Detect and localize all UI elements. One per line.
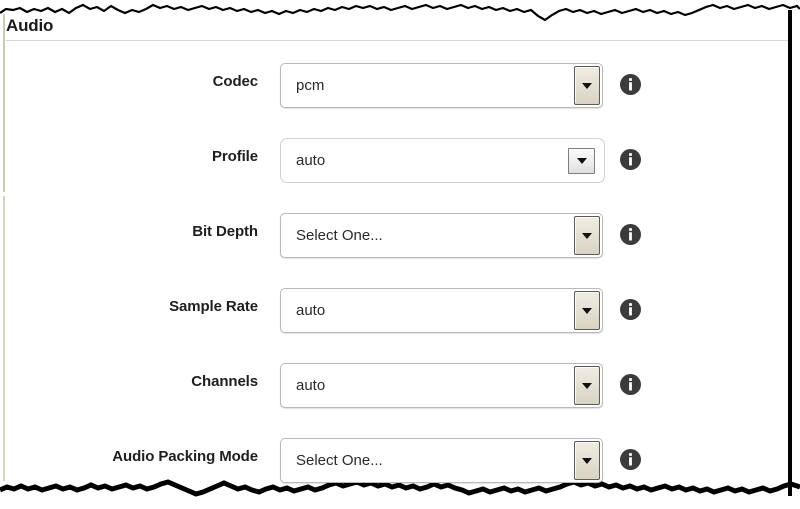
- info-icon[interactable]: [620, 149, 641, 170]
- label-audio-packing-mode: Audio Packing Mode: [112, 448, 258, 465]
- info-icon[interactable]: [620, 374, 641, 395]
- form-row-codec: Codec pcm: [0, 57, 800, 132]
- info-icon[interactable]: [620, 224, 641, 245]
- form-row-bit-depth: Bit Depth Select One...: [0, 207, 800, 282]
- form-row-audio-packing-mode: Audio Packing Mode Select One...: [0, 432, 800, 507]
- dropdown-audio-packing-mode-value: Select One...: [296, 452, 383, 469]
- header-separator: [6, 40, 788, 41]
- label-bit-depth: Bit Depth: [192, 223, 258, 240]
- dropdown-profile-value: auto: [296, 152, 326, 169]
- dropdown-bit-depth-value: Select One...: [296, 227, 383, 244]
- form-row-sample-rate: Sample Rate auto: [0, 282, 800, 357]
- chevron-down-icon[interactable]: [574, 291, 600, 330]
- dropdown-profile[interactable]: auto: [280, 138, 605, 183]
- panel-header: Audio: [6, 16, 786, 36]
- audio-settings-panel: Audio Codec pcm Profile auto Bit Depth S…: [0, 0, 800, 504]
- info-icon[interactable]: [620, 299, 641, 320]
- chevron-down-icon[interactable]: [574, 66, 600, 105]
- chevron-down-icon[interactable]: [574, 366, 600, 405]
- label-channels: Channels: [191, 373, 258, 390]
- dropdown-sample-rate[interactable]: auto: [280, 288, 603, 333]
- form-row-channels: Channels auto: [0, 357, 800, 432]
- chevron-down-icon[interactable]: [574, 441, 600, 480]
- dropdown-channels[interactable]: auto: [280, 363, 603, 408]
- dropdown-audio-packing-mode[interactable]: Select One...: [280, 438, 603, 483]
- label-sample-rate: Sample Rate: [169, 298, 258, 315]
- label-profile: Profile: [212, 148, 258, 165]
- dropdown-channels-value: auto: [296, 377, 326, 394]
- page-title: Audio: [6, 16, 54, 35]
- info-icon[interactable]: [620, 74, 641, 95]
- audio-settings-form: Codec pcm Profile auto Bit Depth Select …: [0, 57, 800, 507]
- chevron-down-icon[interactable]: [568, 148, 595, 174]
- form-row-profile: Profile auto: [0, 132, 800, 207]
- dropdown-codec[interactable]: pcm: [280, 63, 603, 108]
- chevron-down-icon[interactable]: [574, 216, 600, 255]
- label-codec: Codec: [212, 73, 258, 90]
- dropdown-codec-value: pcm: [296, 77, 325, 94]
- dropdown-sample-rate-value: auto: [296, 302, 326, 319]
- dropdown-bit-depth[interactable]: Select One...: [280, 213, 603, 258]
- info-icon[interactable]: [620, 449, 641, 470]
